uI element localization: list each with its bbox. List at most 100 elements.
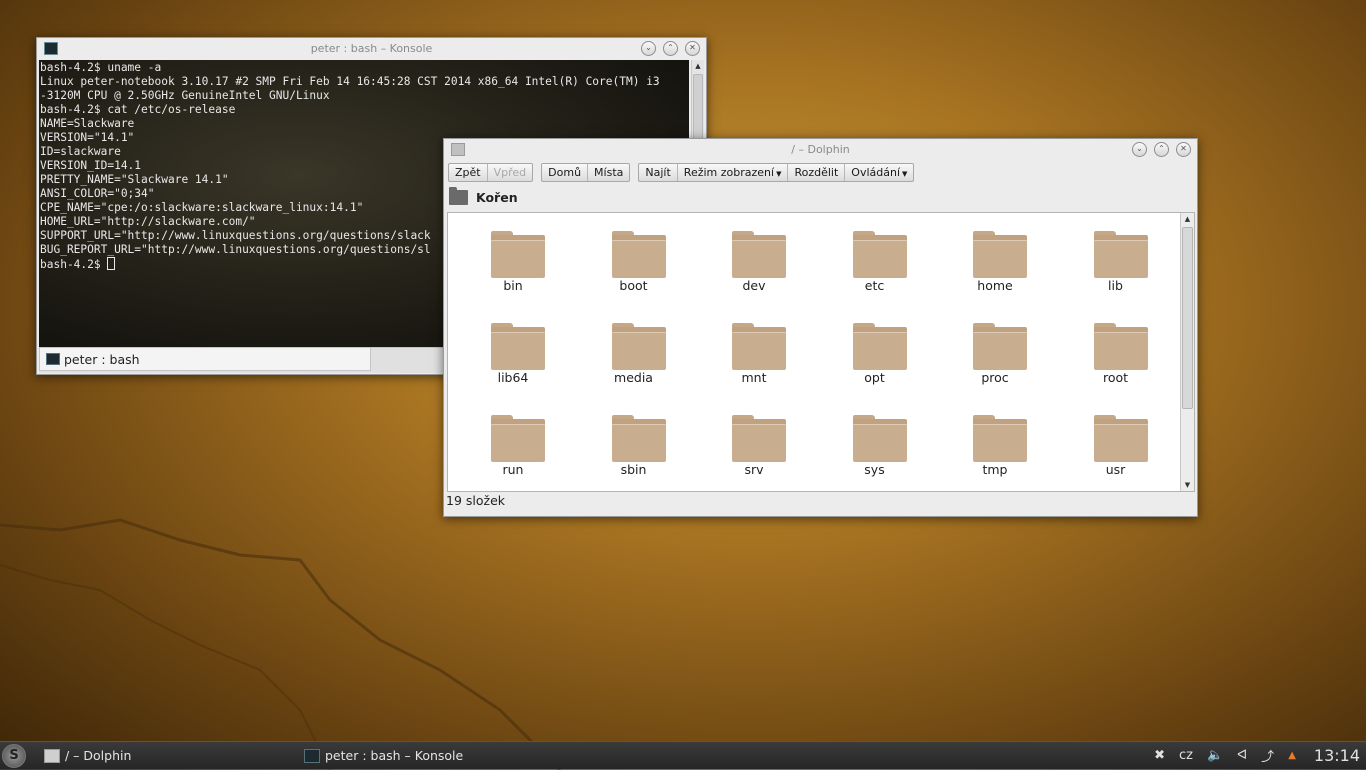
task-label: peter : bash – Konsole	[325, 748, 464, 763]
folder-icon	[973, 323, 1027, 370]
terminal-prompt: bash-4.2$	[40, 258, 108, 271]
application-launcher-icon[interactable]: S	[2, 744, 26, 768]
konsole-tab-label: peter : bash	[64, 351, 140, 367]
scroll-up-arrow-icon[interactable]: ▲	[692, 60, 704, 72]
split-button[interactable]: Rozdělit	[788, 164, 846, 181]
folder-item[interactable]: run	[453, 395, 573, 483]
folder-label: bin	[503, 278, 523, 293]
folder-icon	[491, 231, 545, 278]
scroll-down-arrow-icon[interactable]: ▼	[1181, 479, 1194, 491]
folder-label: proc	[981, 370, 1009, 385]
system-tray: ✖ cz 🔈 ᐊ ⤴ ▲ 13:14	[1154, 742, 1366, 769]
file-view-scrollbar[interactable]: ▲ ▼	[1180, 213, 1194, 491]
folder-item[interactable]: media	[574, 303, 694, 391]
tools-icon[interactable]: ✖	[1154, 748, 1165, 763]
folder-grid: bin boot dev etc home lib lib64 media mnt opt proc…	[448, 213, 1181, 491]
folder-item[interactable]: lib64	[453, 303, 573, 391]
folder-label: run	[502, 462, 524, 477]
back-button[interactable]: Zpět	[449, 164, 488, 181]
folder-item[interactable]: mnt	[694, 303, 814, 391]
folder-item[interactable]: sys	[815, 395, 935, 483]
folder-label: media	[614, 370, 653, 385]
folder-icon	[732, 323, 786, 370]
folder-label: opt	[864, 370, 885, 385]
volume-icon[interactable]: 🔈	[1207, 748, 1223, 763]
status-bar-text: 19 složek	[446, 493, 506, 508]
dropdown-arrow-icon: ▼	[776, 170, 782, 178]
folder-icon	[611, 231, 666, 278]
folder-icon	[449, 186, 468, 205]
task-dolphin[interactable]: / – Dolphin	[40, 744, 295, 767]
expand-tray-icon[interactable]: ▲	[1288, 750, 1296, 761]
bluetooth-icon[interactable]: ᐊ	[1237, 748, 1247, 763]
places-button[interactable]: Místa	[588, 164, 629, 181]
control-label: Ovládání	[851, 166, 901, 179]
folder-item[interactable]: root	[1056, 303, 1176, 391]
folder-label: dev	[742, 278, 766, 293]
folder-icon	[852, 231, 907, 278]
forward-button[interactable]: Vpřed	[488, 164, 533, 181]
terminal-icon	[304, 748, 320, 763]
folder-item[interactable]: etc	[815, 211, 935, 299]
file-view[interactable]: bin boot dev etc home lib lib64 media mnt opt proc…	[447, 212, 1195, 492]
home-button[interactable]: Domů	[542, 164, 589, 181]
terminal-line: Linux peter-notebook 3.10.17 #2 SMP Fri …	[40, 75, 660, 88]
folder-icon	[611, 415, 666, 462]
folder-icon	[491, 323, 545, 370]
folder-label: tmp	[982, 462, 1008, 477]
folder-item[interactable]: opt	[815, 303, 935, 391]
terminal-icon	[46, 353, 60, 365]
file-view-scroll-thumb[interactable]	[1182, 227, 1193, 409]
folder-icon	[973, 415, 1027, 462]
taskbar: S / – Dolphin peter : bash – Konsole ✖ c…	[0, 741, 1366, 769]
folder-item[interactable]: boot	[574, 211, 694, 299]
folder-item[interactable]: srv	[694, 395, 814, 483]
folder-icon	[1093, 323, 1148, 370]
folder-label: srv	[744, 462, 764, 477]
dolphin-toolbar: Zpět Vpřed Domů Místa Najít Režim zobraz…	[448, 163, 915, 182]
minimize-button[interactable]: ⌄	[1132, 142, 1147, 157]
folder-item[interactable]: proc	[935, 303, 1055, 391]
folder-icon	[611, 323, 666, 370]
folder-item[interactable]: usr	[1056, 395, 1176, 483]
terminal-cursor	[107, 257, 116, 270]
control-menu-button[interactable]: Ovládání ▼	[845, 164, 913, 181]
minimize-button[interactable]: ⌄	[641, 41, 656, 56]
clock[interactable]: 13:14	[1314, 746, 1360, 765]
folder-item[interactable]: sbin	[574, 395, 694, 483]
konsole-tab[interactable]: peter : bash	[39, 348, 371, 371]
folder-label: lib	[1108, 278, 1123, 293]
scroll-up-arrow-icon[interactable]: ▲	[1181, 213, 1194, 225]
folder-label: mnt	[741, 370, 767, 385]
folder-item[interactable]: lib	[1056, 211, 1176, 299]
dolphin-window[interactable]: / – Dolphin ⌄ ⌃ ✕ Zpět Vpřed Domů Místa …	[443, 138, 1198, 517]
task-label: / – Dolphin	[65, 748, 132, 763]
view-mode-label: Režim zobrazení	[683, 166, 775, 179]
folder-icon	[852, 323, 907, 370]
folder-label: sys	[864, 462, 885, 477]
breadcrumb[interactable]: Kořen	[449, 186, 518, 207]
folder-label: usr	[1105, 462, 1126, 477]
breadcrumb-root-label: Kořen	[476, 189, 518, 205]
close-button[interactable]: ✕	[685, 41, 700, 56]
close-button[interactable]: ✕	[1176, 142, 1191, 157]
keyboard-layout[interactable]: cz	[1179, 748, 1193, 763]
konsole-title: peter : bash – Konsole	[310, 42, 433, 55]
maximize-button[interactable]: ⌃	[1154, 142, 1169, 157]
folder-item[interactable]: home	[935, 211, 1055, 299]
folder-item[interactable]: dev	[694, 211, 814, 299]
find-button[interactable]: Najít	[639, 164, 678, 181]
folder-icon	[491, 415, 545, 462]
terminal-line: bash-4.2$ uname -a	[40, 61, 162, 74]
folder-label: root	[1102, 370, 1129, 385]
maximize-button[interactable]: ⌃	[663, 41, 678, 56]
view-mode-button[interactable]: Režim zobrazení ▼	[678, 164, 789, 181]
folder-item[interactable]: tmp	[935, 395, 1055, 483]
folder-item[interactable]: bin	[453, 211, 573, 299]
network-icon[interactable]: ⤴	[1261, 746, 1274, 765]
folder-icon	[1093, 415, 1148, 462]
konsole-titlebar[interactable]: peter : bash – Konsole ⌄ ⌃ ✕	[37, 38, 706, 60]
dolphin-titlebar[interactable]: / – Dolphin ⌄ ⌃ ✕	[444, 139, 1197, 161]
task-konsole[interactable]: peter : bash – Konsole	[300, 744, 555, 767]
folder-icon	[973, 231, 1027, 278]
